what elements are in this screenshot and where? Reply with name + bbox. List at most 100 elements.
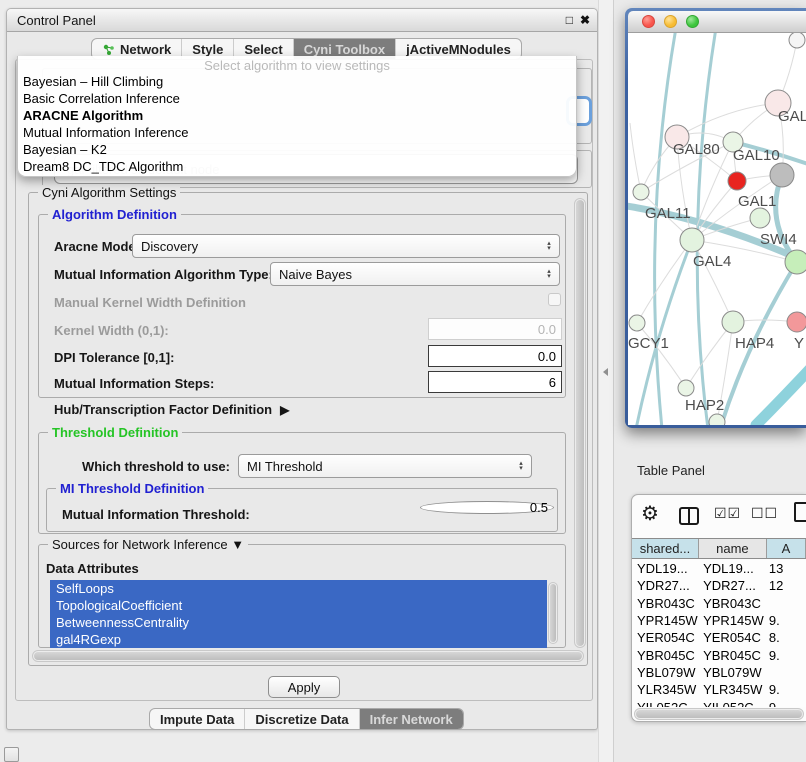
attribute-item-topologicalcoefficient[interactable]: TopologicalCoefficient	[50, 597, 547, 614]
network-node[interactable]	[770, 163, 794, 187]
network-node[interactable]	[789, 33, 805, 48]
table-cell: YBR045C	[632, 646, 699, 663]
table-row[interactable]: YBL079WYBL079W	[632, 664, 806, 681]
network-node-gal1[interactable]	[750, 208, 770, 228]
table-cell: 9.	[767, 681, 806, 698]
minimize-traffic-light-icon[interactable]	[664, 15, 677, 28]
table-cell: 12	[767, 577, 806, 594]
tab-label: Discretize Data	[255, 712, 348, 727]
kernel-width-field[interactable]: 0.0	[428, 318, 562, 340]
close-window-button[interactable]: ✖	[580, 13, 590, 27]
panel-splitter[interactable]	[598, 0, 614, 762]
mi-steps-field[interactable]: 6	[428, 371, 562, 393]
gear-icon[interactable]: ⚙	[641, 501, 659, 526]
window-buttons: □ ✖	[566, 9, 590, 31]
network-node-gal4[interactable]	[680, 228, 704, 252]
column-header-a[interactable]: A	[767, 539, 806, 558]
mi-algorithm-type-label: Mutual Information Algorithm Type:	[54, 266, 273, 282]
table-row[interactable]: YBR043CYBR043C	[632, 595, 806, 612]
float-window-button[interactable]: □	[566, 13, 573, 27]
aracne-mode-select[interactable]: Discovery ▴▾	[132, 234, 560, 258]
mi-threshold-field[interactable]: 0.5	[420, 501, 554, 514]
network-node-hap2[interactable]	[678, 380, 694, 396]
table-horizontal-scrollbar[interactable]	[634, 708, 804, 720]
table-cell: YER054C	[632, 629, 699, 646]
algorithm-option-basic-correlation-inference[interactable]: Basic Correlation Inference	[18, 90, 576, 107]
sources-legend[interactable]: Sources for Network Inference ▼	[48, 537, 248, 552]
node-label-gal11: GAL11	[645, 205, 691, 222]
algorithm-option-aracne-algorithm[interactable]: ARACNE Algorithm	[18, 107, 576, 124]
zoom-traffic-light-icon[interactable]	[686, 15, 699, 28]
algorithm-option-bayesian-k2[interactable]: Bayesian – K2	[18, 141, 576, 158]
network-canvas[interactable]: GALGAL80GAL10GAL1GAL11SWI4GAL4GCY1HAP4YH…	[628, 33, 806, 425]
hub-definition-expander[interactable]: Hub/Transcription Factor Definition ▶	[54, 402, 289, 417]
attribute-item-gal4rgexp[interactable]: gal4RGexp	[50, 631, 547, 648]
kernel-width-value: 0.0	[538, 322, 556, 337]
table-cell: 9.	[767, 612, 806, 629]
split-view-icon[interactable]	[679, 507, 699, 525]
stepper-icon: ▴▾	[543, 265, 555, 283]
algorithm-dropdown: Select algorithm to view settingsBayesia…	[17, 56, 577, 177]
attribute-item-betweennesscentrality[interactable]: BetweennessCentrality	[50, 614, 547, 631]
table-row[interactable]: YLR345WYLR345W9.	[632, 681, 806, 698]
algorithm-option-bayesian-hill-climbing[interactable]: Bayesian – Hill Climbing	[18, 73, 576, 90]
control-panel-window: Control Panel □ ✖ NetworkStyleSelectCyni…	[6, 8, 598, 730]
collapsed-panel-icon[interactable]	[4, 747, 19, 762]
network-node-hap4[interactable]	[722, 311, 744, 333]
network-node-gcy1[interactable]	[629, 315, 645, 331]
tab-label: Impute Data	[160, 712, 234, 727]
table-row[interactable]: YIL052CYIL052C9	[632, 698, 806, 707]
column-header-name[interactable]: name	[699, 539, 767, 558]
algorithm-option-mutual-information-inference[interactable]: Mutual Information Inference	[18, 124, 576, 141]
which-threshold-label: Which threshold to use:	[54, 458, 230, 474]
network-node-y[interactable]	[787, 312, 806, 332]
mi-steps-label: Mutual Information Steps:	[54, 375, 214, 391]
manual-kernel-checkbox[interactable]	[548, 293, 561, 306]
algorithm-option-dream8-dc-tdc-algorithm[interactable]: Dream8 DC_TDC Algorithm	[18, 158, 576, 175]
network-node[interactable]	[728, 172, 746, 190]
splitter-grip-icon[interactable]	[603, 368, 608, 376]
unselect-all-columns-icon[interactable]: ☐☐	[751, 505, 778, 522]
settings-horizontal-scrollbar[interactable]	[32, 650, 584, 662]
tab-discretize-data[interactable]: Discretize Data	[244, 709, 358, 729]
collapse-arrow-icon: ▼	[231, 537, 244, 552]
network-node-gal11[interactable]	[633, 184, 649, 200]
select-all-columns-icon[interactable]: ☑☑	[714, 505, 741, 522]
table-row[interactable]: YER054CYER054C8.	[632, 629, 806, 646]
dpi-tolerance-field[interactable]: 0.0	[428, 345, 562, 367]
table-cell: YBL079W	[699, 664, 767, 681]
tab-infer-network[interactable]: Infer Network	[359, 709, 463, 729]
network-window-titlebar[interactable]	[628, 11, 806, 33]
node-label-gcy1: GCY1	[628, 335, 669, 352]
table-row[interactable]: YPR145WYPR145W9.	[632, 612, 806, 629]
mi-steps-value: 6	[549, 375, 556, 390]
network-node[interactable]	[709, 414, 725, 425]
table-row[interactable]: YBR045CYBR045C9.	[632, 646, 806, 663]
control-panel-titlebar[interactable]: Control Panel □ ✖	[7, 9, 597, 32]
node-label-gal: GAL	[778, 108, 806, 125]
tab-impute-data[interactable]: Impute Data	[150, 709, 244, 729]
attribute-item-selfloops[interactable]: SelfLoops	[50, 580, 547, 597]
table-row[interactable]: YDL19...YDL19...13	[632, 560, 806, 577]
table-cell: YER054C	[699, 629, 767, 646]
export-table-icon[interactable]	[794, 502, 806, 522]
attributes-scrollbar[interactable]	[548, 582, 558, 644]
settings-vertical-scrollbar[interactable]	[574, 198, 586, 648]
algorithm-definition-legend: Algorithm Definition	[48, 207, 181, 222]
mi-algorithm-type-select[interactable]: Naive Bayes ▴▾	[270, 262, 560, 286]
apply-button[interactable]: Apply	[268, 676, 340, 698]
close-traffic-light-icon[interactable]	[642, 15, 655, 28]
stepper-icon: ▴▾	[543, 237, 555, 255]
table-row[interactable]: YDR27...YDR27...12	[632, 577, 806, 594]
data-attributes-list[interactable]: SelfLoopsTopologicalCoefficientBetweenne…	[50, 580, 547, 648]
mi-algorithm-type-value: Naive Bayes	[279, 267, 352, 282]
aracne-mode-value: Discovery	[141, 239, 198, 254]
table-cell: YPR145W	[699, 612, 767, 629]
table-cell: YBR043C	[699, 595, 767, 612]
hub-definition-label: Hub/Transcription Factor Definition	[54, 402, 272, 417]
which-threshold-select[interactable]: MI Threshold ▴▾	[238, 454, 532, 478]
column-header-shared[interactable]: shared...	[632, 539, 699, 558]
tab-label: Cyni Toolbox	[304, 42, 385, 57]
table-cell: YBR045C	[699, 646, 767, 663]
network-node-swi4[interactable]	[785, 250, 806, 274]
